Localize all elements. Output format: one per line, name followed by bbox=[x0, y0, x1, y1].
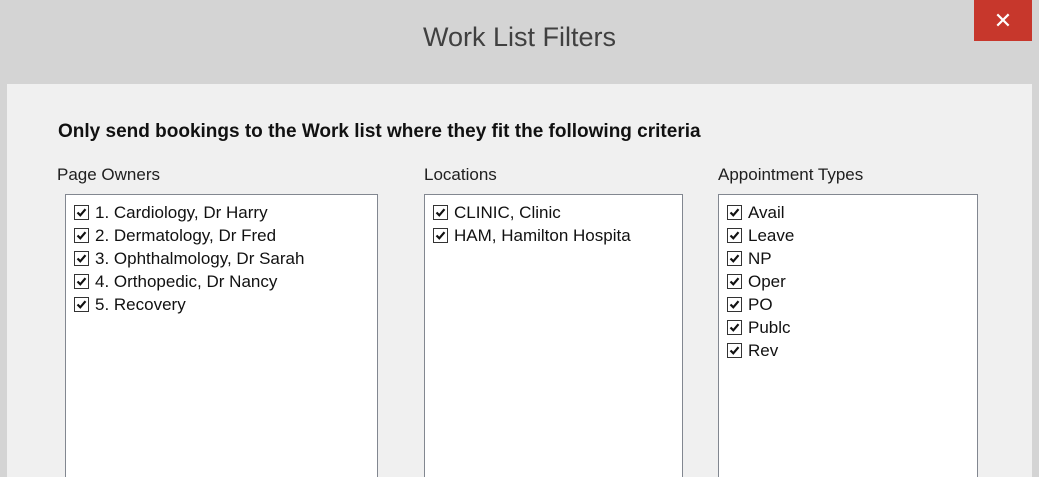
checkbox[interactable] bbox=[74, 205, 89, 220]
list-item-label: 2. Dermatology, Dr Fred bbox=[95, 225, 277, 245]
checkmark-icon bbox=[729, 208, 740, 217]
checkmark-icon bbox=[76, 231, 87, 240]
list-item-label: Publc bbox=[748, 317, 791, 337]
checkbox[interactable] bbox=[433, 205, 448, 220]
close-icon: ✕ bbox=[993, 8, 1013, 33]
list-item-label: PO bbox=[748, 294, 773, 314]
checkbox[interactable] bbox=[727, 228, 742, 243]
checkbox[interactable] bbox=[74, 228, 89, 243]
locations-list[interactable]: CLINIC, Clinic HAM, Hamilton Hospita bbox=[424, 194, 683, 477]
window-frame-left bbox=[0, 84, 7, 477]
window-title: Work List Filters bbox=[422, 22, 617, 52]
locations-label: Locations bbox=[424, 165, 497, 184]
list-item[interactable]: 1. Cardiology, Dr Harry bbox=[66, 201, 377, 224]
checkmark-icon bbox=[729, 300, 740, 309]
checkbox[interactable] bbox=[727, 343, 742, 358]
appointment-types-list[interactable]: Avail Leave NP Oper PO Publc Rev bbox=[718, 194, 978, 477]
checkmark-icon bbox=[729, 277, 740, 286]
list-item[interactable]: Rev bbox=[719, 339, 977, 362]
window-frame-right bbox=[1032, 84, 1039, 477]
list-item[interactable]: HAM, Hamilton Hospita bbox=[425, 224, 682, 247]
list-item[interactable]: 4. Orthopedic, Dr Nancy bbox=[66, 270, 377, 293]
list-item-label: 5. Recovery bbox=[95, 294, 186, 314]
checkbox[interactable] bbox=[727, 274, 742, 289]
list-item-label: Rev bbox=[748, 340, 779, 360]
checkbox[interactable] bbox=[74, 251, 89, 266]
criteria-heading: Only send bookings to the Work list wher… bbox=[58, 121, 701, 142]
checkbox[interactable] bbox=[727, 205, 742, 220]
list-item[interactable]: Avail bbox=[719, 201, 977, 224]
page-owners-label: Page Owners bbox=[57, 165, 160, 184]
checkbox[interactable] bbox=[433, 228, 448, 243]
checkmark-icon bbox=[435, 208, 446, 217]
checkmark-icon bbox=[76, 300, 87, 309]
list-item-label: Leave bbox=[748, 225, 795, 245]
checkmark-icon bbox=[76, 208, 87, 217]
list-item-label: Oper bbox=[748, 271, 786, 291]
list-item[interactable]: PO bbox=[719, 293, 977, 316]
list-item[interactable]: Oper bbox=[719, 270, 977, 293]
checkbox[interactable] bbox=[74, 274, 89, 289]
checkmark-icon bbox=[729, 346, 740, 355]
checkbox[interactable] bbox=[727, 251, 742, 266]
work-list-filters-dialog: Work List Filters ✕ Only send bookings t… bbox=[0, 0, 1039, 477]
title-bar[interactable]: Work List Filters ✕ bbox=[0, 0, 1039, 84]
list-item[interactable]: CLINIC, Clinic bbox=[425, 201, 682, 224]
list-item[interactable]: 5. Recovery bbox=[66, 293, 377, 316]
checkmark-icon bbox=[76, 254, 87, 263]
list-item[interactable]: 3. Ophthalmology, Dr Sarah bbox=[66, 247, 377, 270]
checkmark-icon bbox=[729, 254, 740, 263]
list-item-label: NP bbox=[748, 248, 772, 268]
list-item-label: 1. Cardiology, Dr Harry bbox=[95, 202, 268, 222]
list-item-label: 3. Ophthalmology, Dr Sarah bbox=[95, 248, 305, 268]
page-owners-list[interactable]: 1. Cardiology, Dr Harry 2. Dermatology, D… bbox=[65, 194, 378, 477]
checkmark-icon bbox=[435, 231, 446, 240]
list-item[interactable]: Publc bbox=[719, 316, 977, 339]
checkmark-icon bbox=[729, 323, 740, 332]
checkbox[interactable] bbox=[727, 320, 742, 335]
list-item-label: CLINIC, Clinic bbox=[454, 202, 561, 222]
appointment-types-label: Appointment Types bbox=[718, 165, 864, 184]
close-button[interactable]: ✕ bbox=[974, 0, 1032, 41]
list-item-label: HAM, Hamilton Hospita bbox=[454, 225, 631, 245]
checkmark-icon bbox=[729, 231, 740, 240]
list-item[interactable]: 2. Dermatology, Dr Fred bbox=[66, 224, 377, 247]
list-item[interactable]: Leave bbox=[719, 224, 977, 247]
checkmark-icon bbox=[76, 277, 87, 286]
list-item-label: Avail bbox=[748, 202, 785, 222]
list-item[interactable]: NP bbox=[719, 247, 977, 270]
checkbox[interactable] bbox=[74, 297, 89, 312]
checkbox[interactable] bbox=[727, 297, 742, 312]
list-item-label: 4. Orthopedic, Dr Nancy bbox=[95, 271, 278, 291]
